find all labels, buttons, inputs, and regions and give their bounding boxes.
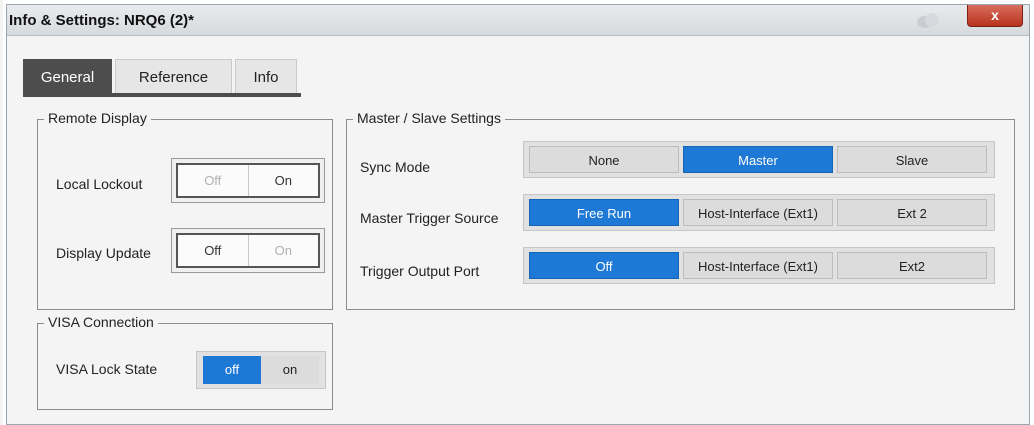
visa-lock-on[interactable]: on: [261, 356, 319, 384]
title-bar[interactable]: Info & Settings: NRQ6 (2)* x: [7, 5, 1029, 36]
display-update-label: Display Update: [56, 245, 151, 261]
sync-mode-selector: None Master Slave: [523, 141, 995, 178]
output-port-selector: Off Host-Interface (Ext1) Ext2: [523, 247, 995, 284]
trigger-source-free-run[interactable]: Free Run: [529, 199, 679, 226]
local-lockout-off[interactable]: Off: [178, 165, 248, 196]
trigger-source-ext2[interactable]: Ext 2: [837, 199, 987, 226]
left-edge: [0, 0, 3, 425]
tab-general[interactable]: General: [23, 59, 112, 95]
tab-info[interactable]: Info: [235, 59, 297, 95]
sync-mode-none[interactable]: None: [529, 146, 679, 173]
master-slave-label: Master / Slave Settings: [353, 110, 505, 126]
output-port-ext2[interactable]: Ext2: [837, 252, 987, 279]
sync-mode-slave[interactable]: Slave: [837, 146, 987, 173]
display-update-off[interactable]: Off: [178, 235, 248, 266]
cloud-icon: [917, 13, 939, 28]
visa-lock-state-label: VISA Lock State: [56, 361, 158, 377]
output-port-host-interface[interactable]: Host-Interface (Ext1): [683, 252, 833, 279]
sync-mode-master[interactable]: Master: [683, 146, 833, 173]
tab-reference[interactable]: Reference: [115, 59, 232, 95]
trigger-source-host-interface[interactable]: Host-Interface (Ext1): [683, 199, 833, 226]
visa-lock-off[interactable]: off: [203, 356, 261, 384]
display-update-toggle: Off On: [171, 228, 325, 273]
trigger-source-selector: Free Run Host-Interface (Ext1) Ext 2: [523, 194, 995, 231]
local-lockout-toggle: Off On: [171, 158, 325, 203]
trigger-output-port-label: Trigger Output Port: [360, 263, 480, 279]
visa-lock-toggle: off on: [196, 351, 326, 389]
visa-connection-label: VISA Connection: [44, 314, 158, 330]
sync-mode-label: Sync Mode: [360, 159, 431, 175]
display-update-on[interactable]: On: [247, 235, 318, 266]
remote-display-label: Remote Display: [44, 110, 151, 126]
remote-display-group: Remote Display: [37, 110, 333, 310]
master-trigger-source-label: Master Trigger Source: [360, 210, 499, 226]
local-lockout-label: Local Lockout: [56, 176, 143, 192]
output-port-off[interactable]: Off: [529, 252, 679, 279]
close-button[interactable]: x: [967, 5, 1023, 27]
settings-dialog: Info & Settings: NRQ6 (2)* x General Ref…: [6, 4, 1030, 425]
local-lockout-on[interactable]: On: [247, 165, 318, 196]
window-title: Info & Settings: NRQ6 (2)*: [9, 12, 195, 29]
tab-underline: [23, 93, 301, 97]
